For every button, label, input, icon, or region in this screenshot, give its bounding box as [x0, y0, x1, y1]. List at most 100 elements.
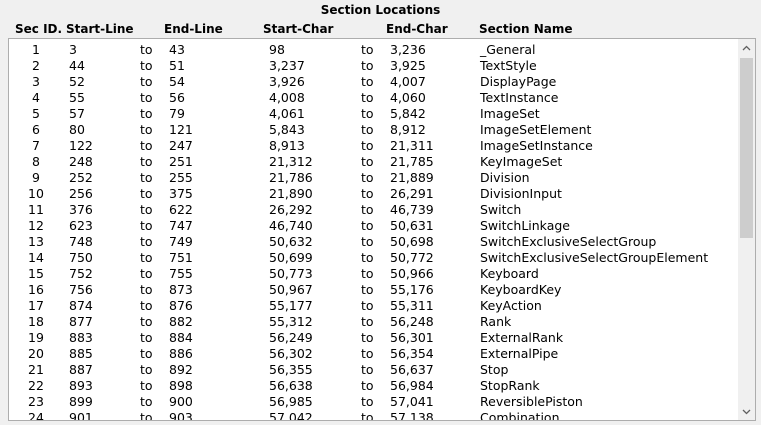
cell-section-name: KeyAction	[480, 298, 542, 313]
cell-start-char: 50,967	[269, 282, 313, 297]
cell-sec-id: 1	[32, 42, 40, 57]
chevron-down-icon[interactable]	[738, 403, 755, 420]
cell-end-char: 56,301	[390, 330, 434, 345]
cell-to: to	[140, 186, 153, 201]
table-row[interactable]: 12 623 to 747 46,740 to 50,631 SwitchLinkage	[9, 218, 737, 234]
cell-to: to	[140, 58, 153, 73]
cell-end-line: 751	[169, 250, 193, 265]
cell-to: to	[140, 202, 153, 217]
table-row[interactable]: 7 122 to 247 8,913 to 21,311 ImageSetInstance	[9, 138, 737, 154]
table-row[interactable]: 6 80 to 121 5,843 to 8,912 ImageSetElement	[9, 122, 737, 138]
table-row[interactable]: 22 893 to 898 56,638 to 56,984 StopRank	[9, 378, 737, 394]
cell-section-name: KeyboardKey	[480, 282, 562, 297]
cell-start-char: 3,237	[269, 58, 305, 73]
cell-sec-id: 14	[28, 250, 44, 265]
cell-end-line: 898	[169, 378, 193, 393]
table-row[interactable]: 14 750 to 751 50,699 to 50,772 SwitchExclusiveS…	[9, 250, 737, 266]
cell-sec-id: 16	[28, 282, 44, 297]
table-row[interactable]: 10 256 to 375 21,890 to 26,291 DivisionInput	[9, 186, 737, 202]
scrollbar-thumb[interactable]	[740, 58, 753, 238]
cell-start-line: 44	[69, 58, 85, 73]
cell-end-char: 57,138	[390, 410, 434, 421]
cell-to: to	[140, 314, 153, 329]
table-row[interactable]: 1 3 to 43 98 to 3,236 _General	[9, 42, 737, 58]
vertical-scrollbar[interactable]	[738, 39, 755, 420]
cell-to: to	[140, 410, 153, 421]
cell-section-name: ExternalRank	[480, 330, 564, 345]
cell-end-char: 50,772	[390, 250, 434, 265]
cell-start-char: 5,843	[269, 122, 305, 137]
cell-to: to	[140, 234, 153, 249]
cell-sec-id: 17	[28, 298, 44, 313]
cell-sec-id: 7	[32, 138, 40, 153]
cell-to: to	[361, 74, 374, 89]
panel-title: Section Locations	[320, 3, 441, 17]
table-row[interactable]: 19 883 to 884 56,249 to 56,301 ExternalRank	[9, 330, 737, 346]
table-row[interactable]: 5 57 to 79 4,061 to 5,842 ImageSet	[9, 106, 737, 122]
column-header-end-line[interactable]: End-Line	[164, 22, 223, 36]
column-header-section-name[interactable]: Section Name	[479, 22, 573, 36]
cell-end-char: 3,236	[390, 42, 426, 57]
table-row[interactable]: 21 887 to 892 56,355 to 56,637 Stop	[9, 362, 737, 378]
cell-to: to	[140, 90, 153, 105]
cell-start-line: 750	[69, 250, 93, 265]
cell-to: to	[361, 266, 374, 281]
cell-end-line: 51	[169, 58, 185, 73]
cell-to: to	[361, 42, 374, 57]
cell-end-line: 121	[169, 122, 193, 137]
cell-section-name: StopRank	[480, 378, 540, 393]
cell-start-line: 80	[69, 122, 85, 137]
table-row[interactable]: 24 901 to 903 57,042 to 57,138 Combination	[9, 410, 737, 421]
cell-start-char: 50,773	[269, 266, 313, 281]
column-header-start-line[interactable]: Start-Line	[66, 22, 134, 36]
column-header-sec-id[interactable]: Sec ID.	[15, 22, 62, 36]
cell-start-line: 883	[69, 330, 93, 345]
cell-end-char: 26,291	[390, 186, 434, 201]
cell-section-name: TextInstance	[480, 90, 559, 105]
cell-to: to	[361, 138, 374, 153]
table-row[interactable]: 11 376 to 622 26,292 to 46,739 Switch	[9, 202, 737, 218]
cell-start-char: 98	[269, 42, 285, 57]
cell-start-char: 4,061	[269, 106, 305, 121]
cell-start-char: 57,042	[269, 410, 313, 421]
column-header-start-char[interactable]: Start-Char	[263, 22, 333, 36]
cell-start-char: 55,312	[269, 314, 313, 329]
table-row[interactable]: 8 248 to 251 21,312 to 21,785 KeyImageSet	[9, 154, 737, 170]
table-row[interactable]: 15 752 to 755 50,773 to 50,966 Keyboard	[9, 266, 737, 282]
cell-to: to	[140, 122, 153, 137]
cell-end-line: 43	[169, 42, 185, 57]
cell-section-name: ImageSet	[480, 106, 540, 121]
table-row[interactable]: 13 748 to 749 50,632 to 50,698 SwitchExclusiveS…	[9, 234, 737, 250]
section-list[interactable]: 1 3 to 43 98 to 3,236 _General 2 44 to 51 3,237 to 3,9…	[8, 38, 756, 421]
cell-end-char: 50,631	[390, 218, 434, 233]
table-row[interactable]: 20 885 to 886 56,302 to 56,354 ExternalPipe	[9, 346, 737, 362]
cell-sec-id: 3	[32, 74, 40, 89]
cell-to: to	[361, 106, 374, 121]
table-row[interactable]: 18 877 to 882 55,312 to 56,248 Rank	[9, 314, 737, 330]
cell-to: to	[140, 346, 153, 361]
cell-start-line: 748	[69, 234, 93, 249]
cell-to: to	[361, 298, 374, 313]
cell-start-line: 887	[69, 362, 93, 377]
cell-end-char: 55,311	[390, 298, 434, 313]
chevron-up-icon[interactable]	[738, 39, 755, 56]
table-row[interactable]: 3 52 to 54 3,926 to 4,007 DisplayPage	[9, 74, 737, 90]
cell-sec-id: 15	[28, 266, 44, 281]
table-row[interactable]: 9 252 to 255 21,786 to 21,889 Division	[9, 170, 737, 186]
cell-start-line: 901	[69, 410, 93, 421]
table-row[interactable]: 2 44 to 51 3,237 to 3,925 TextStyle	[9, 58, 737, 74]
cell-end-line: 251	[169, 154, 193, 169]
cell-to: to	[361, 218, 374, 233]
cell-sec-id: 13	[28, 234, 44, 249]
cell-section-name: Combination	[480, 410, 560, 421]
cell-start-line: 57	[69, 106, 85, 121]
cell-end-line: 255	[169, 170, 193, 185]
cell-end-char: 56,354	[390, 346, 434, 361]
column-header-end-char[interactable]: End-Char	[386, 22, 448, 36]
cell-end-char: 3,925	[390, 58, 426, 73]
table-row[interactable]: 16 756 to 873 50,967 to 55,176 KeyboardKey	[9, 282, 737, 298]
table-row[interactable]: 17 874 to 876 55,177 to 55,311 KeyAction	[9, 298, 737, 314]
cell-end-char: 56,248	[390, 314, 434, 329]
table-row[interactable]: 4 55 to 56 4,008 to 4,060 TextInstance	[9, 90, 737, 106]
table-row[interactable]: 23 899 to 900 56,985 to 57,041 ReversiblePiston	[9, 394, 737, 410]
